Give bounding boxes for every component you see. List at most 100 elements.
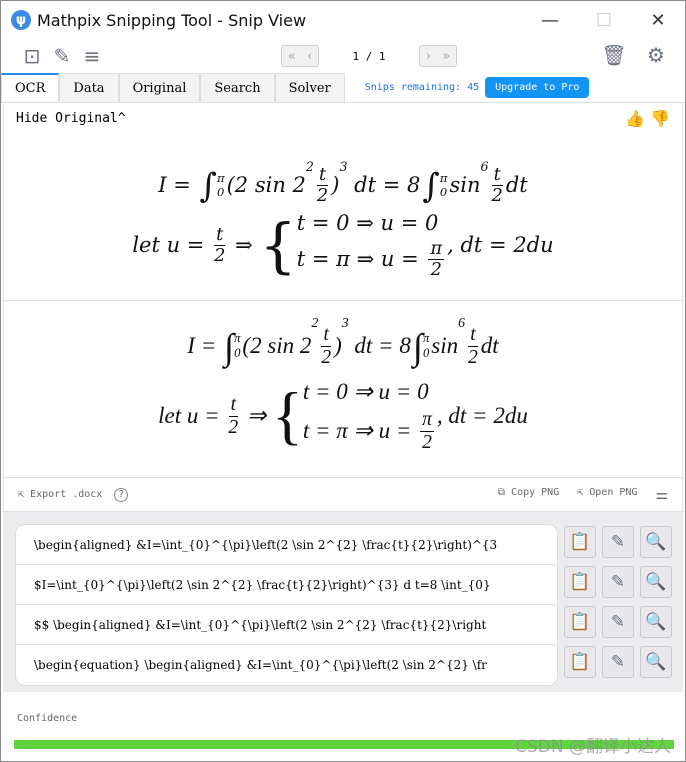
maximize-button[interactable]: ☐ bbox=[577, 10, 631, 31]
math-text: dt = 8 bbox=[348, 333, 411, 358]
thumbs-up-icon[interactable]: 👍 bbox=[625, 109, 645, 128]
next-icon[interactable]: › bbox=[426, 49, 431, 64]
open-png-button[interactable]: ⇱ Open PNG bbox=[577, 487, 637, 503]
copy-png-label[interactable]: Copy PNG bbox=[511, 487, 559, 498]
copy-clipboard-icon[interactable]: 📋 bbox=[564, 526, 596, 558]
copy-clipboard-icon[interactable]: 📋 bbox=[564, 646, 596, 678]
export-label[interactable]: Export .docx bbox=[30, 489, 102, 500]
math-fraction: t2 bbox=[228, 394, 238, 438]
result-item[interactable]: $I=\int_{0}^{\pi}\left(2 \sin 2^{2} \fra… bbox=[16, 565, 557, 605]
math-text: , dt = 2du bbox=[447, 233, 554, 257]
lower-limit: 0 bbox=[422, 346, 430, 361]
tab-ocr[interactable]: OCR bbox=[1, 73, 60, 102]
title-bar: ψ Mathpix Snipping Tool - Snip View — ☐ … bbox=[1, 1, 685, 39]
fraction-denominator: 2 bbox=[430, 258, 442, 280]
upgrade-button[interactable]: Upgrade to Pro bbox=[485, 77, 590, 98]
hide-original-label[interactable]: Hide Original bbox=[16, 111, 118, 126]
math-integral: ∫ π 0 bbox=[413, 325, 429, 368]
edit-icon[interactable]: ✎ bbox=[602, 526, 634, 558]
math-integral: ∫ π 0 bbox=[200, 166, 225, 205]
fraction-denominator: 2 bbox=[321, 346, 332, 368]
search-icon[interactable]: 🔍 bbox=[640, 566, 672, 598]
math-text: sin bbox=[449, 173, 481, 197]
fraction-denominator: 2 bbox=[214, 244, 226, 266]
integral-sign: ∫ bbox=[199, 165, 218, 205]
export-docx-button[interactable]: ⇱ Export .docx bbox=[18, 489, 102, 500]
math-text: dt bbox=[505, 173, 528, 197]
help-icon[interactable]: ? bbox=[114, 487, 129, 502]
integral-limits: π0 bbox=[423, 331, 429, 361]
fraction-numerator: t bbox=[214, 223, 226, 246]
upper-limit: π bbox=[234, 330, 241, 345]
fraction-numerator: π bbox=[420, 409, 434, 432]
result-item[interactable]: \begin{aligned} &I=\int_{0}^{\pi}\left(2… bbox=[16, 525, 557, 565]
fraction-denominator: 2 bbox=[228, 416, 239, 438]
case-rows: t = 0 ⇒ u = 0 t = π ⇒ u = π2 bbox=[303, 379, 437, 453]
copy-png-button[interactable]: ⧉ Copy PNG bbox=[498, 487, 559, 503]
tab-original[interactable]: Original bbox=[118, 73, 201, 102]
math-text: I = bbox=[187, 333, 222, 358]
math-text: t = 0 ⇒ u = 0 bbox=[302, 379, 429, 404]
math-fraction: t2 bbox=[468, 324, 478, 368]
search-icon[interactable]: 🔍 bbox=[640, 606, 672, 638]
math-text: sin bbox=[431, 333, 459, 358]
copy-clipboard-icon[interactable]: 📋 bbox=[564, 566, 596, 598]
integral-limits: π0 bbox=[440, 171, 448, 199]
tab-search[interactable]: Search bbox=[200, 73, 275, 102]
math-superscript: 3 bbox=[339, 159, 348, 174]
fraction-numerator: t bbox=[491, 163, 503, 186]
minimize-button[interactable]: — bbox=[523, 10, 577, 31]
search-icon[interactable]: 🔍 bbox=[640, 646, 672, 678]
brace: { bbox=[259, 210, 297, 280]
math-text: ) bbox=[331, 173, 340, 197]
math-fraction: t2 bbox=[317, 165, 328, 205]
math-superscript: 6 bbox=[480, 159, 489, 174]
last-icon[interactable]: » bbox=[442, 49, 450, 64]
result-item[interactable]: $$ \begin{aligned} &I=\int_{0}^{\pi}\lef… bbox=[16, 605, 557, 645]
fraction-denominator: 2 bbox=[491, 184, 503, 206]
trash-icon[interactable]: 🗑 bbox=[599, 43, 629, 67]
lower-limit: 0 bbox=[217, 185, 225, 200]
export-bar: ⇱ Export .docx ? ⧉ Copy PNG ⇱ Open PNG ⚌ bbox=[3, 478, 683, 512]
prev-icon[interactable]: ‹ bbox=[307, 49, 312, 64]
new-snip-icon[interactable]: ⊡ bbox=[17, 44, 47, 68]
original-image: I = ∫ π 0 (2 sin 2 2 t 2) 3 dt = 8 ∫ π 0 sin 6 t 2 dt l… bbox=[4, 143, 682, 301]
edit-icon[interactable]: ✎ bbox=[47, 44, 77, 68]
toolbar: ⊡ ✎ ≡ «‹ 1 / 1 ›» 🗑 ⚙ bbox=[1, 39, 685, 73]
integral-limits: π0 bbox=[217, 171, 225, 199]
math-line: let u = t2 ⇒ {t = 0 ⇒ u = 0t = π ⇒ u = π… bbox=[4, 379, 682, 453]
edit-icon[interactable]: ✎ bbox=[602, 646, 634, 678]
page-indicator: 1 / 1 bbox=[352, 49, 386, 63]
open-png-label[interactable]: Open PNG bbox=[589, 487, 637, 498]
math-fraction: t2 bbox=[321, 324, 331, 368]
next-page-button[interactable]: ›» bbox=[419, 45, 457, 67]
upper-limit: π bbox=[439, 171, 448, 186]
fraction-denominator: 2 bbox=[468, 346, 478, 368]
math-superscript: 3 bbox=[341, 315, 349, 330]
math-cases: {t = 0 ⇒ u = 0 t = π ⇒ u = π2 bbox=[259, 211, 447, 280]
gear-icon[interactable]: ⚙ bbox=[641, 43, 671, 67]
math-text: dt = 8 bbox=[347, 173, 421, 197]
settings-sliders-icon[interactable]: ⚌ bbox=[655, 487, 668, 503]
case-row: t = π ⇒ u = π2 bbox=[303, 409, 437, 453]
first-icon[interactable]: « bbox=[288, 49, 296, 64]
prev-page-button[interactable]: «‹ bbox=[281, 45, 319, 67]
chevron-up-icon[interactable]: ^ bbox=[118, 111, 126, 126]
result-item[interactable]: \begin{equation} \begin{aligned} &I=\int… bbox=[16, 645, 557, 685]
menu-icon[interactable]: ≡ bbox=[77, 44, 107, 68]
watermark: CSDN @翻译小达人 bbox=[515, 737, 671, 757]
mathpix-logo-icon: ψ bbox=[11, 10, 31, 30]
edit-icon[interactable]: ✎ bbox=[602, 566, 634, 598]
tab-solver[interactable]: Solver bbox=[274, 73, 345, 102]
close-button[interactable]: ✕ bbox=[631, 10, 685, 31]
thumbs-down-icon[interactable]: 👎 bbox=[650, 109, 670, 128]
math-text: t = 0 ⇒ u = 0 bbox=[296, 210, 439, 235]
copy-clipboard-icon[interactable]: 📋 bbox=[564, 606, 596, 638]
edit-icon[interactable]: ✎ bbox=[602, 606, 634, 638]
tab-bar: OCR Data Original Search Solver Snips re… bbox=[1, 73, 685, 103]
math-text: (2 sin 2 bbox=[226, 173, 306, 197]
search-icon[interactable]: 🔍 bbox=[640, 526, 672, 558]
tab-data[interactable]: Data bbox=[59, 73, 119, 102]
hide-original-toggle[interactable]: Hide Original^ bbox=[16, 111, 126, 126]
math-fraction: t2 bbox=[492, 165, 503, 205]
